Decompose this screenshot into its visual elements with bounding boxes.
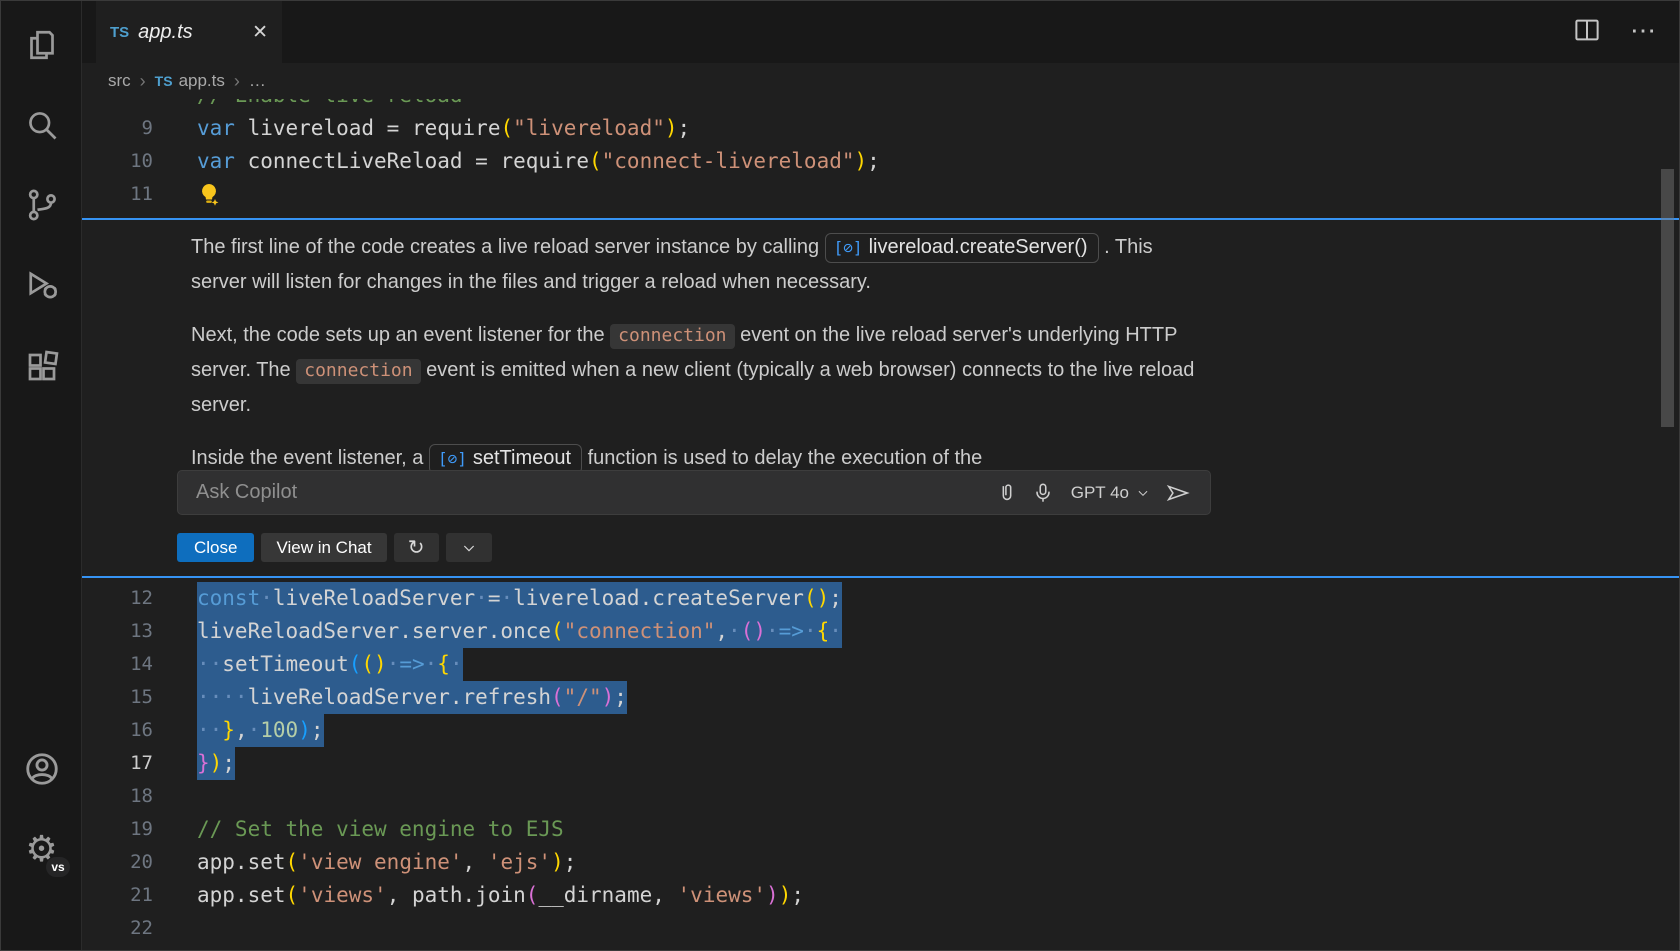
typescript-file-icon: TS (155, 73, 173, 89)
code-text: // Enable live reload (197, 98, 463, 112)
code-line-10[interactable]: 10 var connectLiveReload = require("conne… (82, 145, 1679, 178)
line-number[interactable]: 11 (82, 178, 153, 211)
editor-scrollbar[interactable] (1661, 169, 1674, 427)
editor-code-top[interactable]: // Enable live reload 9 var livereload = r… (82, 98, 1679, 214)
ask-copilot-input[interactable]: Ask Copilot GPT 4o (177, 470, 1211, 515)
line-number[interactable]: 19 (82, 813, 153, 846)
code-line-17[interactable]: 17}); (82, 747, 1679, 780)
code-text: app.set('view engine', 'ejs'); (197, 846, 576, 879)
explorer-icon[interactable] (1, 19, 82, 71)
editor-code-bottom[interactable]: 12 const·liveReloadServer·=·livereload.cr… (82, 582, 1679, 951)
inline-chat-actions: Close View in Chat ↻ (177, 533, 492, 562)
line-number[interactable]: 22 (82, 912, 153, 945)
code-text: ··},·100); (197, 714, 324, 747)
chevron-down-button[interactable] (446, 533, 492, 562)
code-text: liveReloadServer.server.once("connection… (197, 615, 842, 648)
copilot-lightbulb-icon[interactable] (197, 178, 221, 211)
search-icon[interactable] (1, 99, 82, 151)
code-line-13[interactable]: 13 liveReloadServer.server.once("connecti… (82, 615, 1679, 648)
line-number[interactable]: 12 (82, 582, 153, 615)
code-line-14[interactable]: 14 ··setTimeout(()·=>·{· (82, 648, 1679, 681)
line-number[interactable]: 13 (82, 615, 153, 648)
code-line-9[interactable]: 9 var livereload = require("livereload"); (82, 112, 1679, 145)
inline-code-chip[interactable]: connection (610, 324, 734, 349)
code-text: ····liveReloadServer.refresh("/"); (197, 681, 627, 714)
chevron-right-icon: › (234, 71, 240, 92)
code-text: var livereload = require("livereload"); (197, 112, 690, 145)
code-line-19[interactable]: 19 // Set the view engine to EJS (82, 813, 1679, 846)
line-number[interactable]: 9 (82, 112, 153, 145)
code-line-22[interactable]: 22 (82, 912, 1679, 945)
line-number[interactable]: 15 (82, 681, 153, 714)
code-line-11[interactable]: 11 (82, 178, 1679, 211)
code-line-15[interactable]: 15 ····liveReloadServer.refresh("/"); (82, 681, 1679, 714)
model-label: GPT 4o (1071, 483, 1129, 503)
tab-bar: TS app.ts ✕ ⋯ (82, 1, 1679, 63)
tab-label: app.ts (138, 21, 192, 44)
line-number[interactable]: 17 (82, 747, 153, 780)
attach-context-icon[interactable] (989, 477, 1025, 509)
profile-badge[interactable]: vs (45, 856, 71, 878)
vscode-window: ⚙ vs TS app.ts ✕ ⋯ src › TS app.ts › … /… (0, 0, 1680, 951)
run-and-debug-icon[interactable] (1, 259, 82, 311)
line-number[interactable]: 18 (82, 780, 153, 813)
breadcrumb: src › TS app.ts › … (82, 63, 1679, 99)
symbol-link-chip[interactable]: [⊘]livereload.createServer() (825, 233, 1099, 263)
symbol-method-icon: [⊘] (834, 238, 863, 257)
code-text: }); (197, 747, 235, 780)
breadcrumb-file[interactable]: app.ts (179, 71, 225, 91)
line-number[interactable]: 16 (82, 714, 153, 747)
extensions-icon[interactable] (1, 341, 82, 393)
more-actions-icon[interactable]: ⋯ (1630, 20, 1657, 40)
breadcrumb-src[interactable]: src (108, 71, 131, 91)
line-number[interactable]: 14 (82, 648, 153, 681)
code-line-21[interactable]: 21 app.set('views', path.join(__dirname, … (82, 879, 1679, 912)
breadcrumb-symbol[interactable]: … (249, 71, 266, 91)
accounts-icon[interactable] (1, 743, 82, 795)
symbol-method-icon: [⊘] (438, 449, 467, 468)
code-line-16[interactable]: 16 ··},·100); (82, 714, 1679, 747)
code-line-18[interactable]: 18 (82, 780, 1679, 813)
code-text: ··setTimeout(()·=>·{· (197, 648, 463, 681)
code-text: const·liveReloadServer·=·livereload.crea… (197, 582, 842, 615)
code-line-8[interactable]: // Enable live reload (82, 98, 1679, 112)
explanation-paragraph: The first line of the code creates a liv… (191, 230, 1206, 299)
typescript-file-icon: TS (110, 24, 129, 41)
tab-app-ts[interactable]: TS app.ts ✕ (96, 1, 282, 63)
activity-bar: ⚙ vs (1, 1, 82, 950)
copilot-explanation: The first line of the code creates a liv… (191, 230, 1206, 495)
input-placeholder[interactable]: Ask Copilot (196, 481, 989, 504)
code-text: var connectLiveReload = require("connect… (197, 145, 880, 178)
view-in-chat-button[interactable]: View in Chat (261, 533, 386, 562)
inline-code-chip[interactable]: connection (296, 359, 420, 384)
split-editor-icon[interactable] (1572, 15, 1602, 45)
chevron-down-icon (1136, 486, 1150, 500)
line-number[interactable] (82, 98, 153, 112)
close-button[interactable]: Close (177, 533, 254, 562)
send-icon[interactable] (1160, 477, 1196, 509)
microphone-icon[interactable] (1025, 477, 1061, 509)
model-picker[interactable]: GPT 4o (1071, 483, 1150, 503)
inline-chat-widget: The first line of the code creates a liv… (82, 218, 1679, 578)
rerun-icon[interactable]: ↻ (394, 533, 439, 562)
tab-close-icon[interactable]: ✕ (252, 21, 268, 44)
code-text: app.set('views', path.join(__dirname, 'v… (197, 879, 804, 912)
source-control-icon[interactable] (1, 179, 82, 231)
explanation-paragraph: Next, the code sets up an event listener… (191, 318, 1206, 422)
line-number[interactable]: 10 (82, 145, 153, 178)
chevron-right-icon: › (140, 71, 146, 92)
line-number[interactable]: 21 (82, 879, 153, 912)
line-number[interactable]: 20 (82, 846, 153, 879)
code-line-12[interactable]: 12 const·liveReloadServer·=·livereload.cr… (82, 582, 1679, 615)
code-line-20[interactable]: 20 app.set('view engine', 'ejs'); (82, 846, 1679, 879)
code-text: // Set the view engine to EJS (197, 813, 564, 846)
